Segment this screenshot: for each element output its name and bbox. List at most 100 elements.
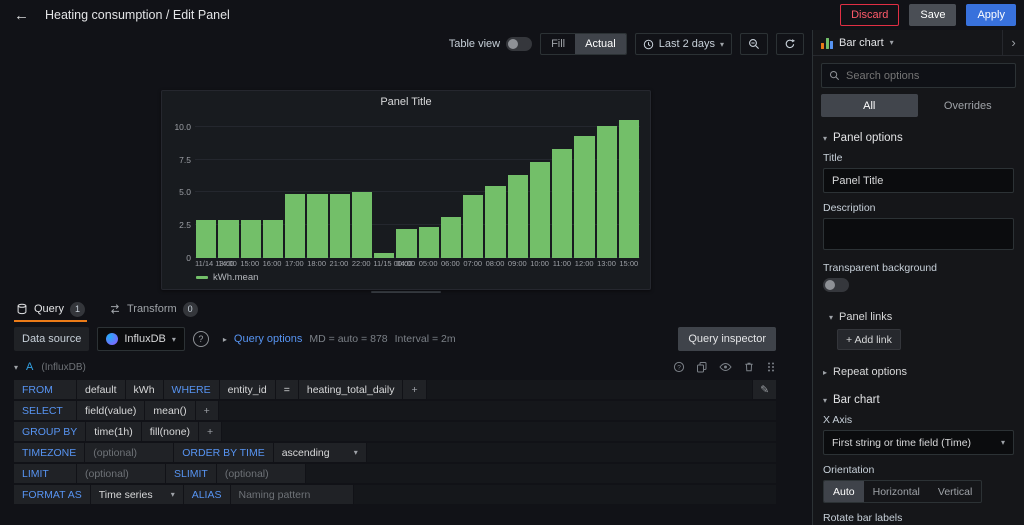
orientation-group: Auto Horizontal Vertical <box>823 480 983 503</box>
x-axis: 11/14 13:00 14:00 15:00 16:00 17:00 18:00 21:0… <box>195 259 639 271</box>
main-area: Table view Fill Actual Last 2 days ▾ Pan… <box>0 30 1024 525</box>
query-part-keyword[interactable]: GROUP BY <box>14 422 86 441</box>
query-header[interactable]: ▾ A (InfluxDB) ? <box>14 356 776 378</box>
chevron-down-icon: ▾ <box>170 490 175 499</box>
query-part-value[interactable]: kWh <box>125 380 163 399</box>
section-bar-chart[interactable]: ▾ Bar chart <box>823 386 1014 414</box>
query-row-filler <box>222 422 776 441</box>
chart-bar <box>596 125 617 258</box>
datasource-name: InfluxDB <box>124 333 166 345</box>
query-part-value[interactable]: entity_id <box>219 380 275 399</box>
table-view-toggle[interactable]: Table view <box>449 37 533 51</box>
help-icon[interactable]: ? <box>673 361 685 373</box>
actual-button[interactable]: Actual <box>575 34 626 54</box>
orientation-vertical-button[interactable]: Vertical <box>929 481 981 502</box>
chevron-down-icon: ▾ <box>353 448 358 457</box>
query-part-value[interactable]: mean() <box>145 401 195 420</box>
fill-button[interactable]: Fill <box>541 34 575 54</box>
back-arrow-icon[interactable]: ← <box>8 8 35 23</box>
panel-title-input[interactable] <box>823 168 1014 193</box>
query-part-keyword[interactable]: WHERE <box>163 380 219 399</box>
query-rows: FROM default kWh WHERE entity_id = heating_tot… <box>14 380 776 504</box>
edit-pencil-icon[interactable]: ✎ <box>753 380 776 399</box>
datasource-picker[interactable]: InfluxDB ▾ <box>97 327 185 351</box>
gridline <box>195 224 640 226</box>
query-part-value[interactable]: = <box>275 380 298 399</box>
search-input[interactable] <box>846 69 1008 82</box>
svg-text:?: ? <box>677 364 681 371</box>
tab-all[interactable]: All <box>821 94 918 117</box>
query-part-plus[interactable]: + <box>199 422 222 441</box>
query-part-input[interactable]: Naming pattern <box>230 485 353 504</box>
orientation-auto-button[interactable]: Auto <box>824 481 864 502</box>
tab-transform[interactable]: Transform 0 <box>107 296 200 322</box>
section-repeat-options[interactable]: ▸ Repeat options <box>823 358 1014 386</box>
query-part-keyword[interactable]: TIMEZONE <box>14 443 85 462</box>
query-part-placeholder[interactable]: (optional) <box>77 464 165 483</box>
tab-overrides[interactable]: Overrides <box>920 94 1017 117</box>
refresh-button[interactable] <box>776 33 804 55</box>
duplicate-icon[interactable] <box>696 361 708 373</box>
query-options-label: Query options <box>233 333 303 345</box>
description-textarea[interactable] <box>823 218 1014 250</box>
query-part-keyword[interactable]: LIMIT <box>14 464 76 483</box>
viz-name: Bar chart <box>839 36 884 49</box>
query-options-toggle[interactable]: ▸ Query options MD = auto = 878 Interval… <box>223 333 456 345</box>
x-axis-select[interactable]: First string or time field (Time) ▾ <box>823 430 1014 455</box>
query-part-placeholder[interactable]: (optional) <box>85 443 174 462</box>
query-part-plus[interactable]: + <box>403 380 426 399</box>
query-part-keyword[interactable]: FORMAT AS <box>14 485 90 504</box>
chevron-down-icon: ▾ <box>1000 438 1005 447</box>
switch-knob <box>508 39 519 49</box>
x-tick-label: 05:00 <box>418 259 438 268</box>
save-button[interactable]: Save <box>909 4 957 26</box>
orientation-horizontal-button[interactable]: Horizontal <box>864 481 929 502</box>
options-search[interactable] <box>821 63 1016 88</box>
table-view-switch[interactable] <box>506 37 533 51</box>
query-part-value[interactable]: field(value) <box>77 401 145 420</box>
legend-label[interactable]: kWh.mean <box>213 272 258 283</box>
query-row: FROM default kWh WHERE entity_id = heating_tot… <box>14 380 776 399</box>
query-row: GROUP BY time(1h) fill(none) + <box>14 422 776 441</box>
discard-button[interactable]: Discard <box>840 4 900 26</box>
add-link-button[interactable]: + Add link <box>837 329 901 350</box>
chevron-down-icon[interactable]: ▾ <box>14 363 18 372</box>
trash-icon[interactable] <box>743 361 755 373</box>
drag-grip-icon[interactable] <box>766 361 776 373</box>
query-part-keyword[interactable]: ORDER BY TIME <box>174 443 273 462</box>
viz-picker[interactable]: Bar chart ▾ <box>813 30 1002 55</box>
chevron-down-icon: ▾ <box>889 38 894 47</box>
query-part-keyword[interactable]: FROM <box>14 380 76 399</box>
apply-button[interactable]: Apply <box>966 4 1016 26</box>
query-part-value[interactable]: time(1h) <box>86 422 141 441</box>
panel-preview[interactable]: Panel Title 0 2.5 5.0 7.5 10.0 11/14 13:00 14… <box>161 90 651 290</box>
collapse-pane-button[interactable]: › <box>1002 30 1024 55</box>
x-tick-label: 04:00 <box>396 259 416 268</box>
query-part-value[interactable]: heating_total_daily <box>298 380 403 399</box>
bar-chart-icon <box>821 37 833 49</box>
rotate-bar-labels-field: Rotate bar labels <box>823 512 1014 525</box>
clock-icon <box>643 39 654 50</box>
query-part-value[interactable]: fill(none) <box>141 422 199 441</box>
query-inspector-button[interactable]: Query inspector <box>678 327 776 351</box>
title-field: Title <box>823 152 1014 193</box>
tab-query[interactable]: Query 1 <box>14 296 87 322</box>
time-range-picker[interactable]: Last 2 days ▾ <box>634 33 732 55</box>
query-part-plus[interactable]: + <box>195 401 218 420</box>
section-panel-options[interactable]: ▾ Panel options <box>823 124 1014 152</box>
query-part-placeholder[interactable]: (optional) <box>216 464 305 483</box>
gridline <box>195 125 640 127</box>
datasource-help-icon[interactable]: ? <box>192 331 209 347</box>
section-panel-links[interactable]: ▾ Panel links <box>829 304 1014 329</box>
query-part-keyword[interactable]: SELECT <box>14 401 76 420</box>
eye-icon[interactable] <box>719 361 732 373</box>
transparent-background-toggle[interactable] <box>823 278 849 292</box>
x-tick-label: 15:00 <box>240 259 260 268</box>
chevron-right-icon: ▸ <box>222 334 227 344</box>
query-part-value[interactable]: default <box>77 380 125 399</box>
query-part-keyword[interactable]: SLIMIT <box>166 464 216 483</box>
query-part-keyword[interactable]: ALIAS <box>183 485 230 504</box>
zoom-out-button[interactable] <box>740 33 768 55</box>
query-part-select[interactable]: Time series ▾ <box>90 485 183 504</box>
query-part-select[interactable]: ascending ▾ <box>273 443 366 462</box>
